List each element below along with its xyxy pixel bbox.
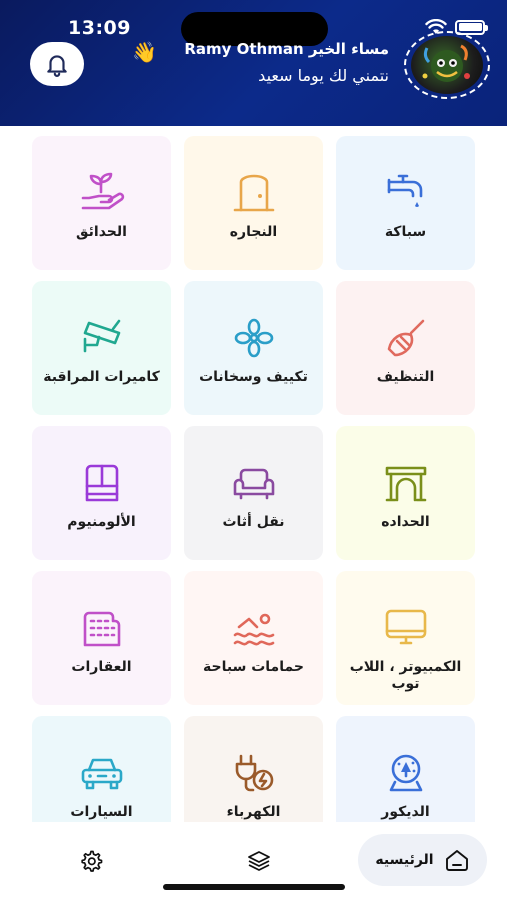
home-indicator bbox=[163, 884, 345, 890]
service-label: العقارات bbox=[71, 659, 132, 675]
service-tile[interactable]: كاميرات المراقبة bbox=[32, 281, 171, 415]
service-label: الكهرباء bbox=[226, 804, 281, 820]
gear-icon bbox=[81, 850, 103, 872]
subtitle-text: نتمني لك يوما سعيد bbox=[258, 66, 389, 85]
service-label: كاميرات المراقبة bbox=[43, 369, 160, 385]
notifications-button[interactable] bbox=[30, 42, 84, 86]
status-time: 13:09 bbox=[68, 17, 131, 39]
service-label: الحدائق bbox=[76, 224, 127, 240]
service-tile[interactable]: نقل أثاث bbox=[184, 426, 323, 560]
service-tile[interactable]: النجاره bbox=[184, 136, 323, 270]
home-icon bbox=[445, 850, 468, 871]
layers-nav-button[interactable] bbox=[245, 848, 273, 874]
building-icon bbox=[79, 607, 125, 649]
service-label: الألومنيوم bbox=[67, 514, 136, 530]
service-tile[interactable]: حمامات سباحة bbox=[184, 571, 323, 705]
header: 13:09 👋 مساء الخير Ramy Othman نتمني لك … bbox=[0, 0, 507, 126]
service-tile[interactable]: السيارات bbox=[32, 716, 171, 822]
window-icon bbox=[79, 462, 125, 504]
service-label: الكمبيوتر ، اللاب توب bbox=[349, 659, 462, 692]
service-label: نقل أثاث bbox=[222, 514, 285, 530]
service-tile[interactable]: الحدائق bbox=[32, 136, 171, 270]
home-nav-label: الرئيسيه bbox=[375, 852, 434, 868]
service-tile[interactable]: الكمبيوتر ، اللاب توب bbox=[336, 571, 475, 705]
monitor-icon bbox=[383, 607, 429, 649]
service-tile[interactable]: الألومنيوم bbox=[32, 426, 171, 560]
service-tile[interactable]: سباكة bbox=[336, 136, 475, 270]
plant-hand-icon bbox=[79, 172, 125, 214]
cctv-icon bbox=[79, 317, 125, 359]
fan-icon bbox=[231, 317, 277, 359]
wave-emoji: 👋 bbox=[132, 40, 157, 64]
service-label: تكييف وسخانات bbox=[199, 369, 308, 385]
layers-icon bbox=[248, 851, 270, 871]
service-label: النجاره bbox=[229, 224, 278, 240]
home-nav-button[interactable]: الرئيسيه bbox=[358, 834, 487, 886]
screen: 13:09 👋 مساء الخير Ramy Othman نتمني لك … bbox=[0, 0, 507, 900]
service-tile[interactable]: الحداده bbox=[336, 426, 475, 560]
settings-nav-button[interactable] bbox=[77, 848, 105, 874]
service-label: الديكور bbox=[381, 804, 430, 820]
bell-icon bbox=[47, 55, 67, 77]
service-tile[interactable]: الكهرباء bbox=[184, 716, 323, 822]
gate-icon bbox=[383, 462, 429, 504]
car-icon bbox=[79, 752, 125, 794]
service-tile[interactable]: الديكور bbox=[336, 716, 475, 822]
faucet-icon bbox=[383, 172, 429, 214]
avatar[interactable] bbox=[404, 31, 490, 99]
plug-icon bbox=[231, 752, 277, 794]
greeting-text: مساء الخير Ramy Othman bbox=[184, 40, 389, 58]
service-tile[interactable]: العقارات bbox=[32, 571, 171, 705]
service-label: السيارات bbox=[70, 804, 133, 820]
service-label: حمامات سباحة bbox=[203, 659, 304, 675]
swimmer-icon bbox=[231, 607, 277, 649]
door-icon bbox=[231, 172, 277, 214]
service-label: الحداده bbox=[381, 514, 430, 530]
service-label: التنظيف bbox=[376, 369, 435, 385]
services-grid: سباكة النجاره الحدائق التنظيف تكييف وسخانات ك… bbox=[0, 126, 507, 822]
broom-icon bbox=[383, 317, 429, 359]
service-tile[interactable]: التنظيف bbox=[336, 281, 475, 415]
service-label: سباكة bbox=[384, 224, 427, 240]
service-tile[interactable]: تكييف وسخانات bbox=[184, 281, 323, 415]
avatar-image bbox=[411, 36, 483, 94]
sofa-icon bbox=[231, 462, 277, 504]
snowglobe-icon bbox=[383, 752, 429, 794]
